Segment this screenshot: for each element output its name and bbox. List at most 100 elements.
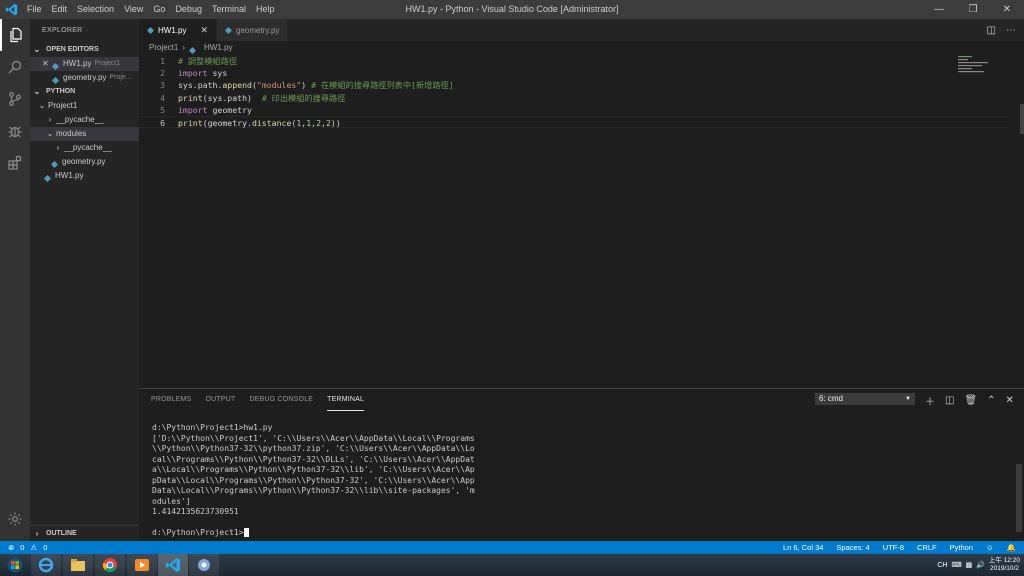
status-bar: ⊗ 0 ⚠ 0 Ln 6, Col 34 Spaces: 4 UTF-8 CRL… — [0, 541, 1024, 554]
internet-explorer-icon[interactable] — [31, 554, 61, 576]
chevron-down-icon: ⌄ — [38, 101, 46, 110]
close-icon[interactable]: ✕ — [42, 57, 52, 71]
windows-taskbar: CH ⌨ ▩ 🔊 上午 12:20 2019/10/2 — [0, 554, 1024, 576]
encoding[interactable]: UTF-8 — [883, 543, 904, 552]
menu-view[interactable]: View — [119, 0, 148, 19]
python-file-icon — [44, 173, 51, 182]
indentation[interactable]: Spaces: 4 — [836, 543, 869, 552]
line-ending[interactable]: CRLF — [917, 543, 937, 552]
menu-file[interactable]: File — [22, 0, 47, 19]
tab-output[interactable]: OUTPUT — [206, 389, 236, 411]
chevron-down-icon: ⌄ — [33, 87, 41, 96]
menu-help[interactable]: Help — [251, 0, 280, 19]
feedback-smiley-icon[interactable]: ☺ — [986, 543, 994, 552]
problems-status[interactable]: ⊗ 0 ⚠ 0 — [0, 543, 47, 552]
warning-count: 0 — [43, 543, 48, 552]
debug-icon[interactable] — [0, 115, 30, 147]
terminal-output[interactable]: d:\Python\Project1>hw1.py ['D:\\Python\\… — [152, 423, 1012, 539]
search-icon[interactable] — [0, 51, 30, 83]
clock[interactable]: 上午 12:20 2019/10/2 — [989, 557, 1020, 573]
code-editor[interactable]: 1 # 調整模組路徑 2 import sys 3 sys.path.append("… — [139, 55, 1009, 129]
sidebar-header: EXPLORER — [42, 27, 83, 34]
maximize-panel-icon[interactable]: ⌃ — [987, 395, 995, 406]
terminal-line: d:\Python\Project1>hw1.py — [152, 423, 273, 432]
trash-icon[interactable]: 🗑 — [964, 395, 977, 406]
language-icon[interactable]: ⌨ — [951, 561, 961, 569]
file-geometry[interactable]: geometry.py — [30, 155, 139, 169]
source-control-icon[interactable] — [0, 83, 30, 115]
close-icon[interactable]: ✕ — [200, 25, 208, 36]
file-explorer-icon[interactable] — [63, 554, 93, 576]
volume-icon[interactable]: 🔊 — [976, 561, 985, 569]
tab-debug-console[interactable]: DEBUG CONSOLE — [249, 389, 313, 411]
open-editor-hw1[interactable]: ✕ HW1.py Project1 — [30, 57, 139, 71]
open-editor-name: HW1.py — [63, 59, 92, 68]
menu-bar: File Edit Selection View Go Debug Termin… — [22, 0, 280, 19]
workspace-section[interactable]: ⌄ PYTHON — [30, 85, 139, 99]
explorer-icon[interactable] — [0, 19, 30, 51]
vscode-taskbar-icon[interactable] — [158, 554, 188, 576]
terminal-line: \\Python\\Python37-32\\python37.zip', 'C… — [152, 444, 475, 453]
tab-problems[interactable]: PROBLEMS — [151, 389, 192, 411]
open-editor-folder: Project1 — [94, 60, 121, 67]
python-file-icon — [52, 61, 59, 70]
code-line: 5 import geometry — [160, 104, 252, 115]
menu-terminal[interactable]: Terminal — [207, 0, 251, 19]
network-icon[interactable]: ▩ — [966, 561, 973, 569]
extensions-icon[interactable] — [0, 147, 30, 179]
terminal-select[interactable]: 6: cmd ▼ — [815, 393, 915, 405]
media-player-icon[interactable] — [127, 554, 157, 576]
notifications-bell-icon[interactable]: 🔔 — [1007, 543, 1016, 552]
ime-indicator[interactable]: CH — [937, 562, 947, 569]
folder-modules[interactable]: ⌄ modules — [30, 127, 139, 141]
new-terminal-icon[interactable]: ＋ — [925, 393, 935, 408]
more-actions-icon[interactable]: ⋯ — [1006, 25, 1016, 36]
bottom-panel: PROBLEMS OUTPUT DEBUG CONSOLE TERMINAL 6… — [139, 388, 1024, 541]
outline-section[interactable]: › OUTLINE — [30, 525, 139, 541]
folder-project1[interactable]: ⌄ Project1 — [30, 99, 139, 113]
minimize-button[interactable]: — — [922, 0, 956, 19]
file-hw1[interactable]: HW1.py — [30, 169, 139, 183]
terminal-line: cal\\Programs\\Python\\Python37-32\\DLLs… — [152, 454, 475, 464]
close-window-button[interactable]: ✕ — [990, 0, 1024, 19]
control-panel-icon[interactable] — [189, 554, 219, 576]
tab-hw1[interactable]: HW1.py ✕ — [139, 19, 217, 41]
menu-edit[interactable]: Edit — [47, 0, 73, 19]
close-panel-icon[interactable]: ✕ — [1006, 395, 1014, 406]
split-terminal-icon[interactable]: ◫ — [945, 395, 954, 406]
terminal-scrollbar[interactable] — [1016, 464, 1022, 532]
chevron-right-icon: › — [35, 529, 39, 538]
folder-pycache[interactable]: › __pycache__ — [30, 113, 139, 127]
python-file-icon — [52, 75, 59, 84]
language-mode[interactable]: Python — [950, 543, 973, 552]
minimap[interactable] — [958, 56, 998, 86]
terminal-line: odules'] — [152, 496, 191, 506]
breadcrumb-folder[interactable]: Project1 — [149, 41, 178, 55]
chevron-right-icon: › — [182, 43, 186, 52]
title-bar: File Edit Selection View Go Debug Termin… — [0, 0, 1024, 19]
menu-go[interactable]: Go — [148, 0, 170, 19]
editor-scrollbar[interactable] — [1020, 104, 1024, 134]
tab-geometry[interactable]: geometry.py — [217, 19, 289, 41]
clock-date: 2019/10/2 — [990, 565, 1019, 572]
menu-selection[interactable]: Selection — [72, 0, 119, 19]
menu-debug[interactable]: Debug — [170, 0, 207, 19]
settings-gear-icon[interactable] — [0, 503, 30, 535]
tab-terminal[interactable]: TERMINAL — [327, 390, 365, 411]
restore-button[interactable]: ❐ — [956, 0, 990, 19]
folder-modules-pycache[interactable]: › __pycache__ — [30, 141, 139, 155]
split-editor-icon[interactable]: ◫ — [987, 25, 996, 36]
breadcrumb-file[interactable]: HW1.py — [204, 41, 232, 55]
open-editors-section[interactable]: ⌄ OPEN EDITORS — [30, 43, 139, 57]
code-line-current: 6 print(geometry.distance(1,1,2,2)) — [139, 115, 1009, 129]
start-button-icon[interactable] — [0, 554, 30, 576]
code-line: 1 # 調整模組路徑 — [160, 56, 237, 66]
cursor-position[interactable]: Ln 6, Col 34 — [783, 543, 823, 552]
open-editor-name: geometry.py — [63, 73, 107, 82]
explorer-sidebar: EXPLORER ⌄ OPEN EDITORS ✕ HW1.py Project… — [30, 19, 139, 541]
open-editor-geometry[interactable]: geometry.py Proje... — [30, 71, 139, 85]
chrome-icon[interactable] — [95, 554, 125, 576]
terminal-line: Data\\Local\\Programs\\Python\\Python37-… — [152, 486, 475, 495]
activity-bar — [0, 19, 30, 541]
chevron-down-icon: ⌄ — [33, 45, 41, 54]
